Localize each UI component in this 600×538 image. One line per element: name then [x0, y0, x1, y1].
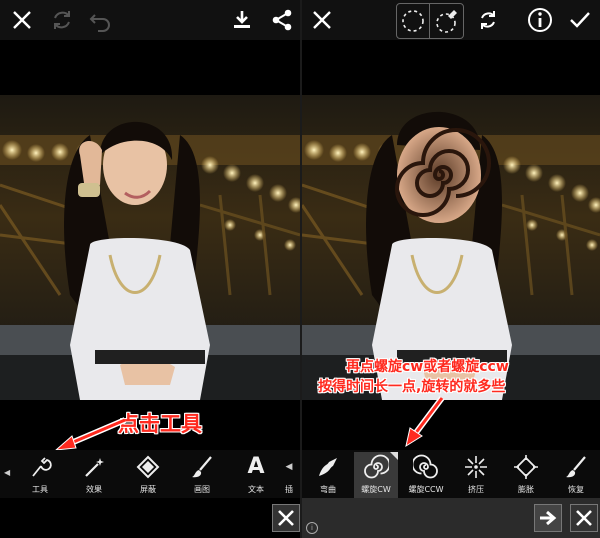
left-editor-panel: 点击工具 ◀ 工具 效果 屏蔽 画图 A 文本 ◀ 插 [0, 0, 300, 538]
tool-button-pinch[interactable]: 挤压 [454, 452, 498, 498]
bloat-icon [514, 455, 538, 479]
tool-button-bend[interactable]: 弯曲 [306, 452, 350, 498]
warped-portrait-photo[interactable] [302, 95, 600, 400]
right-editor-panel: 再点螺旋cw或者螺旋ccw 按得时间长一点,旋转的就多些 弯曲 螺旋CW 螺旋C… [302, 0, 600, 538]
annotation-arrow [405, 396, 445, 448]
top-toolbar [302, 0, 600, 40]
restore-icon [566, 456, 586, 478]
info-icon[interactable] [526, 6, 554, 34]
tool-label: 恢复 [568, 485, 584, 494]
tool-label: 画图 [194, 485, 210, 494]
close-button[interactable] [570, 504, 598, 532]
lasso-icon[interactable] [397, 4, 430, 38]
tool-label: 弯曲 [320, 485, 336, 494]
warp-tool-strip: 弯曲 螺旋CW 螺旋CCW 挤压 膨胀 恢复 [302, 450, 600, 498]
rotate-icon[interactable] [48, 6, 76, 34]
diamond-icon [136, 455, 160, 479]
tap-tool-annotation: 点击工具 [118, 412, 202, 436]
spiral-instruction-line2: 按得时间长一点,旋转的就多些 [318, 379, 506, 395]
tool-label: 文本 [248, 485, 264, 494]
spiral-instruction-line1: 再点螺旋cw或者螺旋ccw [346, 359, 509, 375]
annotation-arrow [54, 417, 127, 451]
info-small-icon[interactable]: i [306, 522, 318, 534]
tool-button-mask[interactable]: 屏蔽 [126, 452, 170, 498]
tool-button-text[interactable]: A 文本 [234, 452, 278, 498]
bend-icon [319, 458, 337, 476]
tool-button-restore[interactable]: 恢复 [554, 452, 598, 498]
top-toolbar [0, 0, 300, 40]
selection-tools-group [396, 3, 464, 39]
brush-icon [192, 456, 212, 478]
tool-button-bloat[interactable]: 膨胀 [504, 452, 548, 498]
magic-wand-icon [85, 458, 104, 477]
tool-label: 屏蔽 [140, 485, 156, 494]
refresh-icon[interactable] [474, 6, 502, 34]
tool-label: 工具 [32, 485, 48, 494]
tool-button-insert[interactable]: ◀ 插 [278, 452, 300, 498]
tool-label: 效果 [86, 485, 102, 494]
spiral-cw-icon [364, 454, 389, 479]
close-icon [278, 510, 294, 526]
pinch-icon [465, 456, 487, 478]
download-icon[interactable] [228, 6, 256, 34]
tool-button-draw[interactable]: 画图 [180, 452, 224, 498]
text-icon: A [247, 454, 265, 479]
tool-button-spiral-ccw[interactable]: 螺旋CCW [404, 452, 448, 498]
close-icon[interactable] [8, 6, 36, 34]
apply-arrow-button[interactable] [534, 504, 562, 532]
tool-button-effects[interactable]: 效果 [72, 452, 116, 498]
insert-icon: ◀ [285, 462, 293, 472]
selected-corner-marker [390, 452, 398, 460]
close-icon[interactable] [308, 6, 336, 34]
tool-label: 螺旋CCW [408, 485, 444, 494]
spiral-ccw-icon [413, 454, 438, 479]
tool-label: 螺旋CW [361, 485, 391, 494]
portrait-photo[interactable] [0, 95, 300, 400]
tool-label: 插 [285, 485, 293, 494]
close-button[interactable] [272, 504, 300, 532]
tool-strip: ◀ 工具 效果 屏蔽 画图 A 文本 ◀ 插 [0, 450, 300, 498]
close-icon [576, 510, 592, 526]
arrow-right-icon [540, 510, 557, 526]
tool-label: 挤压 [468, 485, 484, 494]
erase-selection-icon[interactable] [430, 4, 462, 38]
tool-icon [32, 457, 52, 477]
tool-button-tools[interactable]: 工具 [18, 452, 62, 498]
check-icon[interactable] [566, 6, 594, 34]
undo-icon[interactable] [86, 6, 114, 34]
scroll-left-icon[interactable]: ◀ [4, 468, 10, 477]
share-icon[interactable] [268, 6, 296, 34]
tool-label: 膨胀 [518, 485, 534, 494]
tool-button-spiral-cw[interactable]: 螺旋CW [354, 452, 398, 498]
